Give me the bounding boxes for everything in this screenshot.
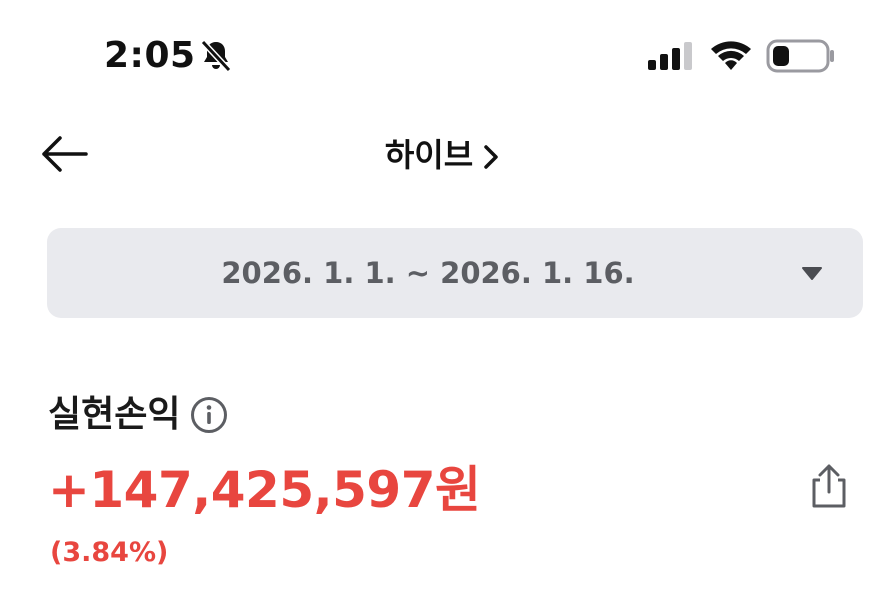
share-icon[interactable]: [806, 462, 852, 510]
signal-icon: [648, 42, 692, 70]
wifi-icon: [711, 41, 751, 70]
profit-percent: (3.84%): [50, 537, 169, 568]
navigation-bar: 하이브: [0, 115, 886, 195]
battery-icon: [766, 39, 834, 73]
chevron-right-icon: [484, 145, 498, 169]
info-icon[interactable]: [190, 396, 228, 434]
page-title: 하이브: [384, 136, 474, 174]
profit-amount: +147,425,597원: [48, 461, 481, 519]
date-range-selector[interactable]: 2026. 1. 1. ~ 2026. 1. 16.: [47, 228, 863, 318]
bell-slash-icon: [200, 39, 232, 73]
page-title-link[interactable]: 하이브: [0, 133, 886, 177]
status-bar: 2:05: [0, 0, 886, 110]
status-time: 2:05: [104, 35, 196, 76]
realized-profit-header: 실현손익: [48, 390, 228, 440]
realized-profit-label: 실현손익: [48, 394, 181, 435]
caret-down-icon[interactable]: [801, 265, 823, 281]
date-range-label: 2026. 1. 1. ~ 2026. 1. 16.: [221, 256, 635, 290]
